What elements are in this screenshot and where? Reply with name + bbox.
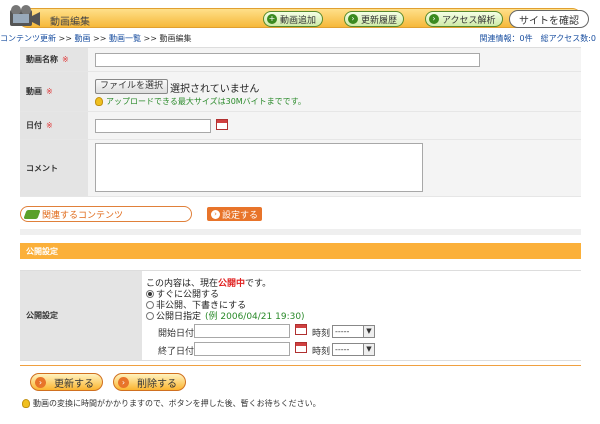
- chevron-down-icon: ▼: [363, 326, 374, 337]
- form-row-comment: コメント: [20, 140, 581, 197]
- conversion-note: 動画の変換に時間がかかりますので、ボタンを押した後、暫くお待ちください。: [22, 398, 321, 409]
- status-suffix: です。: [245, 279, 272, 289]
- access-analytics-button[interactable]: › アクセス解析: [425, 11, 503, 27]
- name-label: 動画名称 ※: [20, 48, 88, 71]
- radio-scheduled[interactable]: [146, 311, 154, 320]
- upload-hint: アップロードできる最大サイズは30Mバイトまでです。: [95, 96, 306, 107]
- schedule-example: (例 2006/04/21 19:30): [205, 312, 305, 322]
- view-site-button[interactable]: サイトを確認: [509, 10, 589, 28]
- comment-label-text: コメント: [26, 163, 58, 173]
- publish-section-header: 公開設定: [20, 243, 581, 259]
- publish-value-cell: この内容は、現在 公開中 です。 すぐに公開する 非公開、下書きにする 公開日指…: [142, 271, 581, 360]
- update-history-label: 更新履歴: [361, 15, 398, 26]
- breadcrumb-separator: >>: [58, 34, 72, 43]
- date-input[interactable]: [95, 119, 211, 133]
- publish-label-text: 公開設定: [26, 311, 58, 320]
- start-date-label: 開始日付: [158, 329, 195, 339]
- name-value-cell: [88, 48, 581, 71]
- video-name-input[interactable]: [95, 53, 480, 67]
- name-label-text: 動画名称: [26, 55, 58, 64]
- section-divider: [20, 229, 581, 235]
- page-title: 動画編集: [50, 17, 90, 28]
- breadcrumb-separator: >>: [93, 34, 107, 43]
- start-time-label: 時刻: [312, 329, 331, 339]
- add-video-label: 動画追加: [280, 15, 317, 26]
- add-video-button[interactable]: + 動画追加: [263, 11, 324, 27]
- update-button[interactable]: › 更新する: [30, 373, 103, 391]
- start-time-select[interactable]: ----- ▼: [332, 325, 375, 338]
- calendar-icon[interactable]: [295, 342, 307, 353]
- required-mark: ※: [62, 55, 69, 64]
- calendar-icon[interactable]: [295, 324, 307, 335]
- breadcrumb-content-update[interactable]: コンテンツ更新: [0, 34, 56, 43]
- arrow-right-icon: ›: [348, 14, 358, 24]
- conversion-note-text: 動画の変換に時間がかかりますので、ボタンを押した後、暫くお待ちください。: [33, 399, 321, 408]
- radio-draft[interactable]: [146, 300, 154, 309]
- date-value-cell: [88, 112, 581, 139]
- delete-button-label: 削除する: [137, 378, 177, 390]
- arrow-right-icon: ›: [429, 14, 439, 24]
- required-mark: ※: [46, 121, 53, 130]
- required-mark: ※: [46, 87, 53, 96]
- start-date-input[interactable]: [194, 324, 290, 338]
- comment-textarea[interactable]: [95, 143, 423, 192]
- publish-settings-row: 公開設定 この内容は、現在 公開中 です。 すぐに公開する 非公開、下書きにする…: [20, 270, 581, 361]
- video-label-text: 動画: [26, 87, 42, 96]
- set-related-label: 設定する: [222, 210, 259, 221]
- calendar-icon[interactable]: [216, 119, 228, 130]
- arrow-right-icon: ›: [211, 209, 220, 219]
- chevron-down-icon: ▼: [363, 344, 374, 355]
- video-value-cell: ファイルを選択 選択されていません アップロードできる最大サイズは30Mバイトま…: [88, 72, 581, 111]
- option-scheduled-label: 公開日指定: [156, 312, 202, 322]
- arrow-right-icon: ›: [35, 376, 46, 388]
- related-content-button[interactable]: 関連するコンテンツ: [20, 206, 192, 222]
- app-header: 動画編集 + 動画追加 › 更新履歴 › アクセス解析 サイトを確認: [0, 4, 600, 30]
- comment-label: コメント: [20, 140, 88, 196]
- update-button-label: 更新する: [54, 378, 94, 390]
- breadcrumb: コンテンツ更新 >> 動画 >> 動画一覧 >> 動画編集: [0, 33, 192, 44]
- file-status: 選択されていません: [170, 84, 260, 95]
- status-value: 公開中: [218, 279, 246, 289]
- radio-publish-now[interactable]: [146, 289, 154, 298]
- film-camera-icon: [10, 5, 40, 26]
- form-row-date: 日付 ※: [20, 112, 581, 140]
- access-analytics-label: アクセス解析: [442, 15, 496, 26]
- option-scheduled[interactable]: 公開日指定 (例 2006/04/21 19:30): [146, 309, 305, 322]
- related-content-label: 関連するコンテンツ: [42, 210, 124, 221]
- set-related-button[interactable]: › 設定する: [207, 207, 263, 221]
- start-time-value: -----: [335, 327, 350, 336]
- actions-divider: [20, 365, 581, 366]
- breadcrumb-current: 動画編集: [159, 34, 192, 43]
- end-time-select[interactable]: ----- ▼: [332, 343, 375, 356]
- date-label-text: 日付: [26, 121, 42, 130]
- end-time-value: -----: [335, 345, 350, 354]
- delete-button[interactable]: › 削除する: [113, 373, 186, 391]
- video-label: 動画 ※: [20, 72, 88, 111]
- update-history-button[interactable]: › 更新履歴: [344, 11, 405, 27]
- form-row-name: 動画名称 ※: [20, 47, 581, 72]
- lightbulb-icon: [95, 97, 103, 106]
- choose-file-button[interactable]: ファイルを選択: [95, 79, 169, 94]
- plus-icon: +: [267, 14, 277, 24]
- form-row-video: 動画 ※ ファイルを選択 選択されていません アップロードできる最大サイズは30…: [20, 72, 581, 112]
- end-date-input[interactable]: [194, 342, 290, 356]
- end-time-label: 時刻: [312, 347, 331, 357]
- date-label: 日付 ※: [20, 112, 88, 139]
- breadcrumb-video-list[interactable]: 動画一覧: [109, 34, 141, 43]
- breadcrumb-separator: >>: [143, 34, 157, 43]
- upload-hint-text: アップロードできる最大サイズは30Mバイトまでです。: [106, 97, 306, 106]
- tag-icon: [23, 209, 41, 219]
- publish-label: 公開設定: [20, 271, 142, 360]
- comment-value-cell: [88, 140, 581, 196]
- lightbulb-icon: [22, 399, 30, 408]
- breadcrumb-video[interactable]: 動画: [75, 34, 91, 43]
- end-date-label: 終了日付: [158, 347, 195, 357]
- related-info-stats[interactable]: 関連情報：0件 総アクセス数:0: [480, 33, 596, 44]
- arrow-right-icon: ›: [118, 376, 129, 388]
